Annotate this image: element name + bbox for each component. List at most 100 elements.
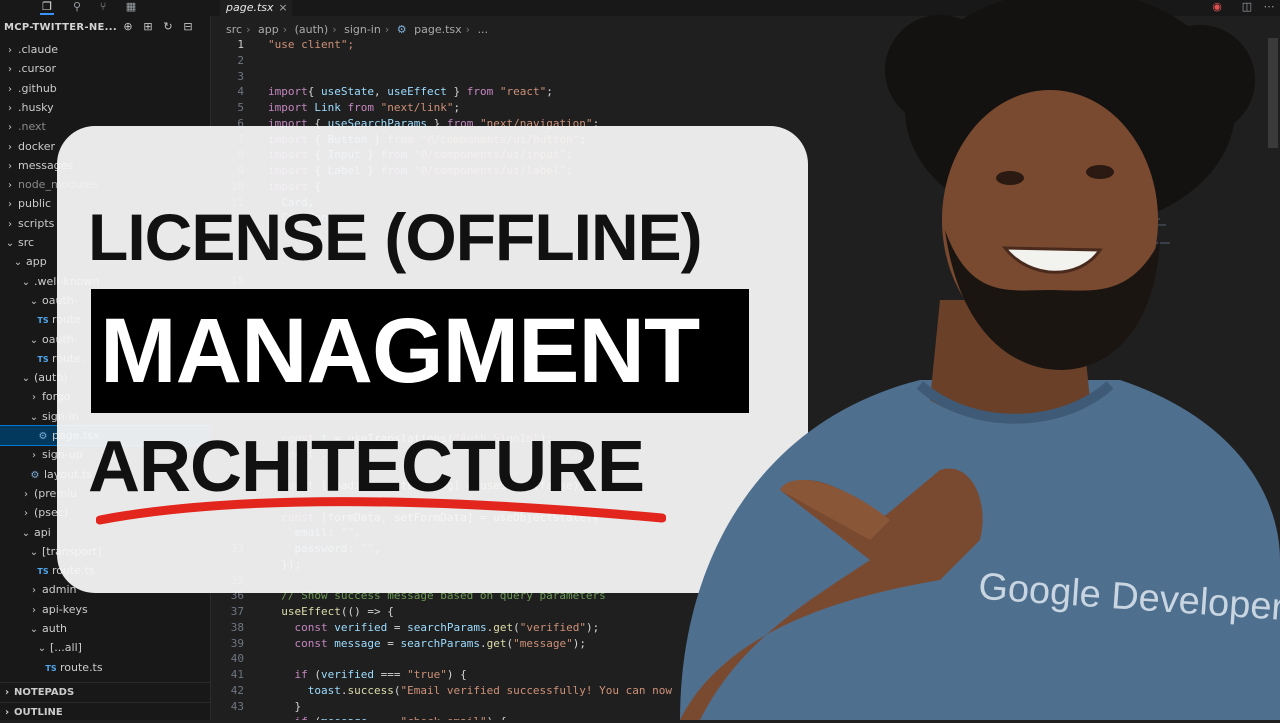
- chevron-right-icon: ›: [4, 60, 16, 79]
- code-token: toast: [308, 684, 341, 697]
- chevron-down-icon: ⌄: [12, 253, 24, 272]
- code-token: success: [348, 684, 394, 697]
- code-token: useEffect: [387, 85, 447, 98]
- code-token: (: [308, 668, 321, 681]
- chevron-right-icon: ›: [0, 703, 14, 723]
- tab-page-tsx[interactable]: page.tsx ×: [220, 0, 292, 16]
- chevron-right-icon: ›: [36, 678, 48, 680]
- chevron-right-icon: ›: [4, 80, 16, 99]
- code-token: [268, 715, 295, 720]
- tree-item[interactable]: TSroute.ts: [0, 658, 210, 677]
- code-token: const: [295, 621, 328, 634]
- tree-item[interactable]: ›twitter: [0, 677, 210, 680]
- tree-item[interactable]: ›.github: [0, 79, 210, 98]
- code-token: );: [573, 637, 586, 650]
- code-token: searchParams: [407, 621, 486, 634]
- tree-item-label: api-keys: [42, 603, 88, 616]
- code-token: }: [447, 85, 467, 98]
- code-token: if: [295, 668, 308, 681]
- react-file-icon: ⚙: [28, 466, 42, 485]
- code-token: ) {: [447, 668, 467, 681]
- breadcrumb-src[interactable]: src: [226, 23, 242, 36]
- explorer-title: MCP-TWITTER-NE...: [4, 22, 117, 33]
- tree-item-label: route.ts: [60, 661, 103, 674]
- tree-item[interactable]: ›.cursor: [0, 59, 210, 78]
- code-token: ===: [374, 668, 407, 681]
- section-label: NOTEPADS: [14, 687, 74, 698]
- section-notepads[interactable]: ›NOTEPADS: [0, 682, 210, 703]
- tree-item[interactable]: ›.husky: [0, 98, 210, 117]
- tree-item-label: .claude: [18, 43, 58, 56]
- search-icon[interactable]: ⚲: [70, 1, 84, 13]
- chevron-right-icon: ›: [4, 176, 16, 195]
- collapse-icon[interactable]: ⊟: [182, 21, 194, 33]
- code-token: searchParams: [400, 637, 479, 650]
- explorer-header: MCP-TWITTER-NE... ⊕ ⊞ ↻ ⊟: [0, 16, 210, 40]
- chevron-right-icon: ›: [20, 485, 32, 504]
- chevron-right-icon: ›: [332, 23, 336, 36]
- explorer-icon[interactable]: ❐: [40, 1, 54, 15]
- headline-line-1: LICENSE (OFFLINE): [88, 192, 702, 282]
- code-token: verified: [334, 621, 387, 634]
- code-token: [493, 85, 500, 98]
- code-token: [268, 621, 295, 634]
- code-token: import: [268, 101, 308, 114]
- line-number: 2: [210, 54, 244, 67]
- chevron-right-icon: ›: [20, 504, 32, 523]
- tree-item-label: src: [18, 236, 34, 249]
- tree-item[interactable]: ›.claude: [0, 40, 210, 59]
- chevron-right-icon: ›: [4, 41, 16, 60]
- code-token: [268, 668, 295, 681]
- line-number: 4: [210, 85, 244, 98]
- breadcrumb-file[interactable]: page.tsx: [414, 23, 462, 36]
- code-token: "use client";: [268, 38, 354, 51]
- breadcrumb-sign-in[interactable]: sign-in: [344, 23, 381, 36]
- typescript-file-icon: TS: [36, 311, 50, 330]
- code-token: ,: [374, 85, 387, 98]
- presenter-photo: Google Developers: [640, 0, 1280, 720]
- headline-line-2: MANAGMENT: [100, 294, 699, 408]
- tree-item-label: auth: [42, 622, 67, 635]
- code-token: {: [308, 85, 321, 98]
- code-token: "verified": [520, 621, 586, 634]
- code-token: import: [268, 85, 308, 98]
- new-folder-icon[interactable]: ⊞: [142, 21, 154, 33]
- red-underline-stroke: [96, 492, 666, 532]
- chevron-right-icon: ›: [283, 23, 287, 36]
- tree-item-label: docker: [18, 140, 55, 153]
- refresh-icon[interactable]: ↻: [162, 21, 174, 33]
- tree-item[interactable]: ›api-keys: [0, 600, 210, 619]
- code-line: }: [268, 700, 301, 713]
- code-token: [268, 605, 281, 618]
- chevron-down-icon: ⌄: [28, 292, 40, 311]
- code-token: ) {: [487, 715, 507, 720]
- chevron-down-icon: ⌄: [4, 234, 16, 253]
- extensions-icon[interactable]: ▦: [124, 1, 138, 13]
- chevron-right-icon: ›: [4, 157, 16, 176]
- chevron-down-icon: ⌄: [20, 369, 32, 388]
- tree-item-label: .cursor: [18, 62, 56, 75]
- tree-item-label: .github: [18, 82, 57, 95]
- code-token: "Email verified successfully! You can no…: [400, 684, 672, 697]
- code-token: from: [348, 101, 375, 114]
- chevron-right-icon: ›: [28, 446, 40, 465]
- breadcrumb-auth[interactable]: (auth): [295, 23, 329, 36]
- code-line: import{ useState, useEffect } from "reac…: [268, 85, 553, 98]
- breadcrumb-app[interactable]: app: [258, 23, 279, 36]
- tree-item[interactable]: ⌄auth: [0, 619, 210, 638]
- gear-icon: ⚙: [397, 23, 407, 36]
- code-token: useEffect: [281, 605, 341, 618]
- code-token: .: [341, 684, 348, 697]
- code-token: [268, 637, 295, 650]
- chevron-right-icon: ›: [28, 601, 40, 620]
- code-token: "message": [513, 637, 573, 650]
- close-icon[interactable]: ×: [278, 0, 287, 16]
- code-token: "react": [500, 85, 546, 98]
- new-file-icon[interactable]: ⊕: [122, 21, 134, 33]
- tree-item[interactable]: ⌄[...all]: [0, 638, 210, 657]
- code-line: import Link from "next/link";: [268, 101, 460, 114]
- chevron-down-icon: ⌄: [20, 524, 32, 543]
- breadcrumb-more[interactable]: ...: [478, 23, 489, 36]
- source-control-icon[interactable]: ⑂: [96, 1, 110, 13]
- code-token: from: [467, 85, 494, 98]
